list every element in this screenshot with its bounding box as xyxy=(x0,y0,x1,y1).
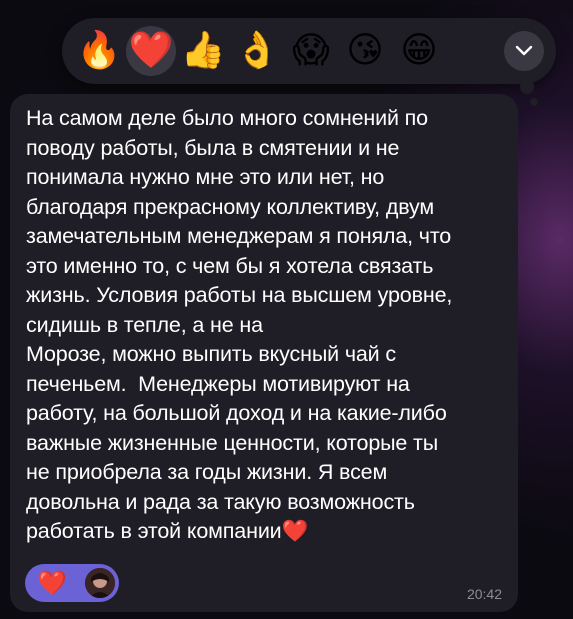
message-timestamp: 20:42 xyxy=(466,586,502,602)
chevron-down-icon xyxy=(515,45,533,56)
reaction-heart[interactable]: ❤️ xyxy=(126,26,176,76)
reaction-face-blowing-kiss[interactable]: 😘 xyxy=(338,24,392,78)
reaction-screaming-face[interactable]: 😱 xyxy=(284,24,338,78)
picker-tail-dot-small xyxy=(530,98,538,106)
heart-icon: ❤️ xyxy=(37,569,67,597)
avatar xyxy=(85,568,115,598)
picker-tail-dot xyxy=(520,80,534,94)
message-text: На самом деле было много сомнений по пов… xyxy=(26,106,453,543)
more-reactions-button[interactable] xyxy=(504,31,544,71)
reaction-thumbs-up[interactable]: 👍 xyxy=(176,24,230,78)
reaction-ok-hand[interactable]: 👌 xyxy=(230,24,284,78)
reaction-picker: 🔥 ❤️ 👍 👌 😱 😘 😁 xyxy=(62,18,556,84)
reaction-fire[interactable]: 🔥 xyxy=(72,24,126,78)
message-reaction-chip[interactable]: ❤️ xyxy=(25,564,119,602)
message-bubble[interactable]: На самом деле было много сомнений по пов… xyxy=(10,94,518,612)
reaction-grinning-face[interactable]: 😁 xyxy=(392,24,446,78)
